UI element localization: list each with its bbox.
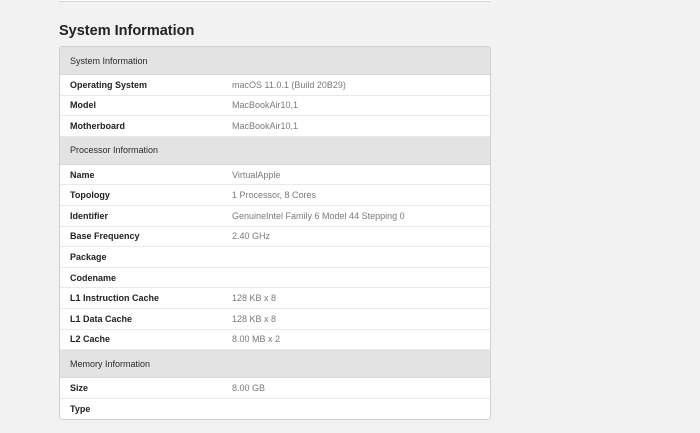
row-label: Base Frequency xyxy=(70,231,140,242)
row-label: Identifier xyxy=(70,210,109,221)
table-row: Identifier GenuineIntel Family 6 Model 4… xyxy=(60,206,490,227)
row-value: 128 KB x 8 xyxy=(232,293,277,304)
table-row: L1 Instruction Cache 128 KB x 8 xyxy=(60,288,490,309)
row-label: Codename xyxy=(70,272,117,283)
row-value: 1 Processor, 8 Cores xyxy=(232,190,317,201)
row-value: 128 KB x 8 xyxy=(232,313,277,324)
table-row: Codename xyxy=(60,268,490,289)
row-label: L1 Data Cache xyxy=(70,313,133,324)
row-value: 8.00 GB xyxy=(232,382,266,393)
section-header-processor: Processor Information xyxy=(60,136,490,165)
row-value: 2.40 GHz xyxy=(232,231,271,242)
row-label: Name xyxy=(70,169,95,180)
row-value: 8.00 MB x 2 xyxy=(232,334,281,345)
row-label: Package xyxy=(70,251,107,262)
table-row: Size 8.00 GB xyxy=(60,378,490,399)
row-label: Operating System xyxy=(70,79,148,90)
row-label: Topology xyxy=(70,190,110,201)
row-value: MacBookAir10,1 xyxy=(232,100,299,111)
page-title: System Information xyxy=(59,23,195,39)
table-row: L1 Data Cache 128 KB x 8 xyxy=(60,309,490,330)
table-row: Name VirtualApple xyxy=(60,165,490,186)
section-header-system: System Information xyxy=(60,47,490,75)
row-value: MacBookAir10,1 xyxy=(232,120,299,131)
table-row: Base Frequency 2.40 GHz xyxy=(60,227,490,248)
section-header-memory: Memory Information xyxy=(60,350,490,379)
system-info-table: System Information Operating System macO… xyxy=(59,46,491,421)
row-label: Motherboard xyxy=(70,120,125,131)
table-row: Motherboard MacBookAir10,1 xyxy=(60,116,490,137)
row-label: L2 Cache xyxy=(70,334,111,345)
table-row: Operating System macOS 11.0.1 (Build 20B… xyxy=(60,75,490,96)
table-row: Package xyxy=(60,247,490,268)
previous-card-edge xyxy=(58,0,490,2)
row-label: Type xyxy=(70,404,91,415)
table-row: Model MacBookAir10,1 xyxy=(60,96,490,117)
row-value: VirtualApple xyxy=(232,169,281,180)
table-row: Topology 1 Processor, 8 Cores xyxy=(60,185,490,206)
row-value: GenuineIntel Family 6 Model 44 Stepping … xyxy=(232,210,405,221)
row-label: Model xyxy=(70,100,96,111)
page: System Information System Information Op… xyxy=(0,0,700,433)
table-row: Type xyxy=(60,399,490,420)
row-value: macOS 11.0.1 (Build 20B29) xyxy=(232,79,346,90)
row-label: Size xyxy=(70,382,89,393)
table-row: L2 Cache 8.00 MB x 2 xyxy=(60,330,490,351)
row-label: L1 Instruction Cache xyxy=(70,293,160,304)
